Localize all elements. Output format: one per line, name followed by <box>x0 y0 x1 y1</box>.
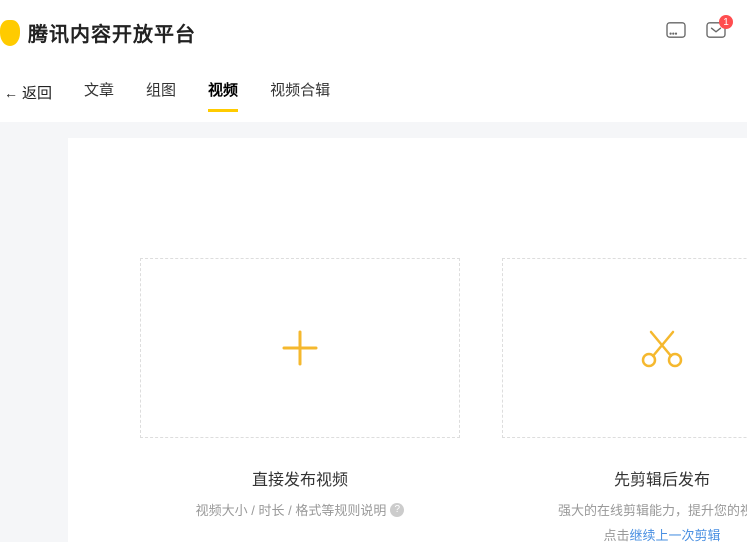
header: 腾讯内容开放平台 1 <box>0 0 747 65</box>
direct-publish-desc: 视频大小 / 时长 / 格式等规则说明 ? <box>140 500 460 519</box>
edit-publish-title: 先剪辑后发布 <box>502 466 747 490</box>
content-area: 直接发布视频 视频大小 / 时长 / 格式等规则说明 ? 先剪辑后发布 强大的 <box>0 122 747 542</box>
tab-video[interactable]: 视频 <box>208 73 238 112</box>
direct-publish-desc-text: 视频大小 / 时长 / 格式等规则说明 <box>196 500 387 519</box>
cards-row: 直接发布视频 视频大小 / 时长 / 格式等规则说明 ? 先剪辑后发布 强大的 <box>140 258 747 544</box>
help-icon[interactable]: ? <box>390 503 404 517</box>
nav-tabs: ← 返回 文章 组图 视频 视频合辑 <box>0 65 747 112</box>
tab-article[interactable]: 文章 <box>84 73 114 112</box>
back-label: 返回 <box>22 82 52 103</box>
header-right: 1 <box>665 21 727 44</box>
continue-edit-link[interactable]: 继续上一次剪辑 <box>630 528 721 543</box>
tab-video-collection[interactable]: 视频合辑 <box>270 73 330 112</box>
scissors-icon <box>639 328 685 368</box>
inbox-badge: 1 <box>719 15 733 29</box>
site-title: 腾讯内容开放平台 <box>28 18 196 47</box>
direct-publish-title: 直接发布视频 <box>140 466 460 490</box>
edit-publish-desc2: 点击继续上一次剪辑 <box>502 525 747 544</box>
content-inner: 直接发布视频 视频大小 / 时长 / 格式等规则说明 ? 先剪辑后发布 强大的 <box>68 138 747 542</box>
notification-icon[interactable] <box>665 21 687 44</box>
plus-icon <box>278 326 322 370</box>
direct-publish-box[interactable] <box>140 258 460 438</box>
edit-publish-desc: 强大的在线剪辑能力，提升您的视频 <box>502 500 747 519</box>
tab-gallery[interactable]: 组图 <box>146 73 176 112</box>
back-button[interactable]: ← 返回 <box>0 82 52 103</box>
header-left: 腾讯内容开放平台 <box>0 18 196 47</box>
edit-publish-desc2-prefix: 点击 <box>603 528 629 543</box>
card-edit-publish: 先剪辑后发布 强大的在线剪辑能力，提升您的视频 点击继续上一次剪辑 <box>502 258 747 544</box>
edit-publish-box[interactable] <box>502 258 747 438</box>
card-direct-publish: 直接发布视频 视频大小 / 时长 / 格式等规则说明 ? <box>140 258 460 544</box>
penguin-logo-icon <box>0 20 20 46</box>
inbox-icon[interactable]: 1 <box>705 21 727 44</box>
back-arrow-icon: ← <box>4 85 18 101</box>
